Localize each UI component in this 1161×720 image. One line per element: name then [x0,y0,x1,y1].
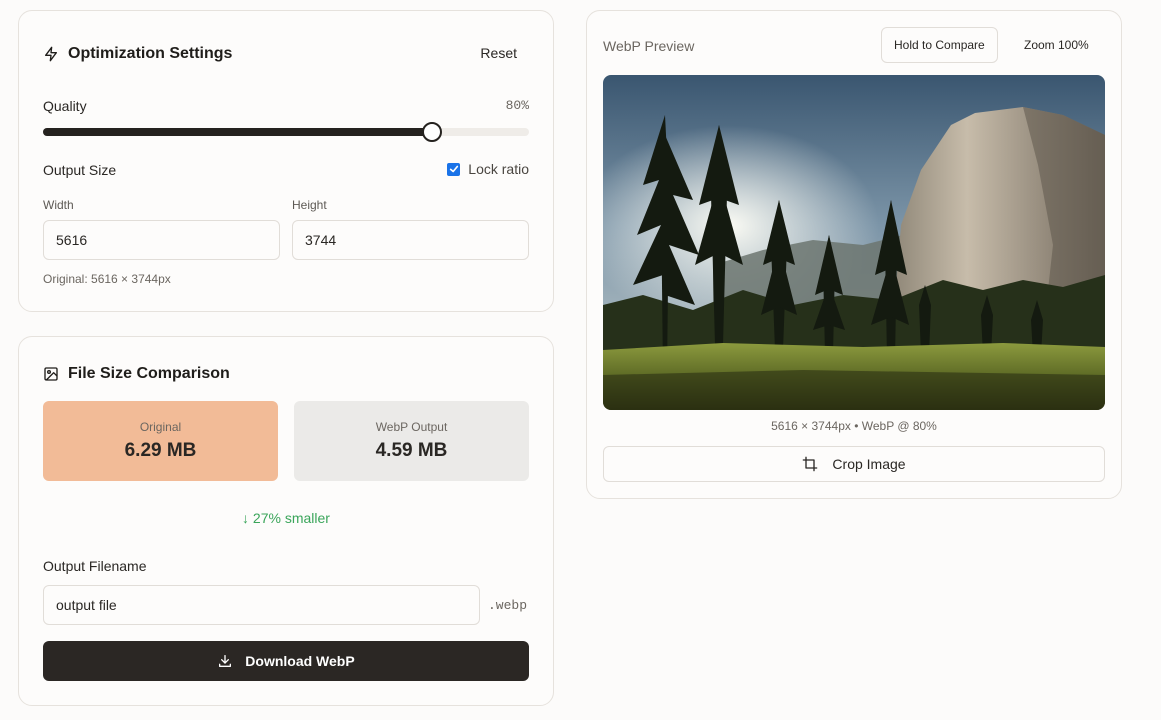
original-size-value: 6.29 MB [124,440,197,461]
quality-slider-thumb[interactable] [421,122,442,142]
crop-image-button[interactable]: Crop Image [603,446,1105,482]
lock-ratio-toggle[interactable]: Lock ratio [447,161,529,177]
quality-label: Quality [43,98,87,114]
settings-title-text: Optimization Settings [68,45,233,62]
lock-ratio-label: Lock ratio [468,161,529,177]
optimization-settings-card: Optimization Settings Reset Quality 80% … [18,10,554,312]
height-input[interactable]: 3744 [292,220,529,260]
zoom-button[interactable]: Zoom 100% [1012,27,1101,63]
quality-value: 80% [505,98,529,113]
quality-slider-fill [43,128,432,136]
original-caption: Original [139,420,182,434]
output-size-value: 4.59 MB [375,440,448,461]
crop-label: Crop Image [832,456,906,472]
check-icon [449,165,458,173]
filename-label: Output Filename [43,558,147,574]
output-size-label: Output Size [43,162,117,178]
width-input[interactable]: 5616 [43,220,280,260]
file-size-comparison-card: File Size Comparison Original 6.29 MB We… [18,336,554,706]
preview-info: 5616 × 3744px • WebP @ 80% [771,419,937,433]
width-label: Width [43,198,74,212]
webp-output-size-box: WebP Output 4.59 MB [294,401,529,481]
preview-image [603,75,1105,410]
size-reduction-text: ↓ 27% smaller [242,510,330,526]
comparison-title: File Size Comparison [43,365,230,383]
download-icon [219,655,232,667]
reset-button[interactable]: Reset [466,35,531,71]
height-input-value: 3744 [305,232,337,248]
preview-title: WebP Preview [603,38,695,54]
original-dimensions-note: Original: 5616 × 3744px [43,272,171,286]
filename-input[interactable]: output file [43,585,480,625]
original-size-box: Original 6.29 MB [43,401,278,481]
lock-ratio-checkbox[interactable] [447,162,461,176]
width-input-value: 5616 [56,232,88,248]
landscape-photo [603,75,1105,410]
comparison-title-text: File Size Comparison [68,365,230,382]
height-label: Height [292,198,327,212]
filename-input-value: output file [56,597,117,613]
crop-icon [803,456,818,472]
download-label: Download WebP [245,653,355,669]
file-extension: .webp [488,598,528,613]
output-caption: WebP Output [375,420,448,434]
zap-icon [45,46,57,62]
quality-slider[interactable] [43,122,529,142]
webp-preview-card: WebP Preview Hold to Compare Zoom 100% 5… [586,10,1122,499]
download-webp-button[interactable]: Download WebP [43,641,529,681]
hold-to-compare-button[interactable]: Hold to Compare [881,27,998,63]
settings-title: Optimization Settings [43,45,232,63]
image-icon [44,367,58,381]
